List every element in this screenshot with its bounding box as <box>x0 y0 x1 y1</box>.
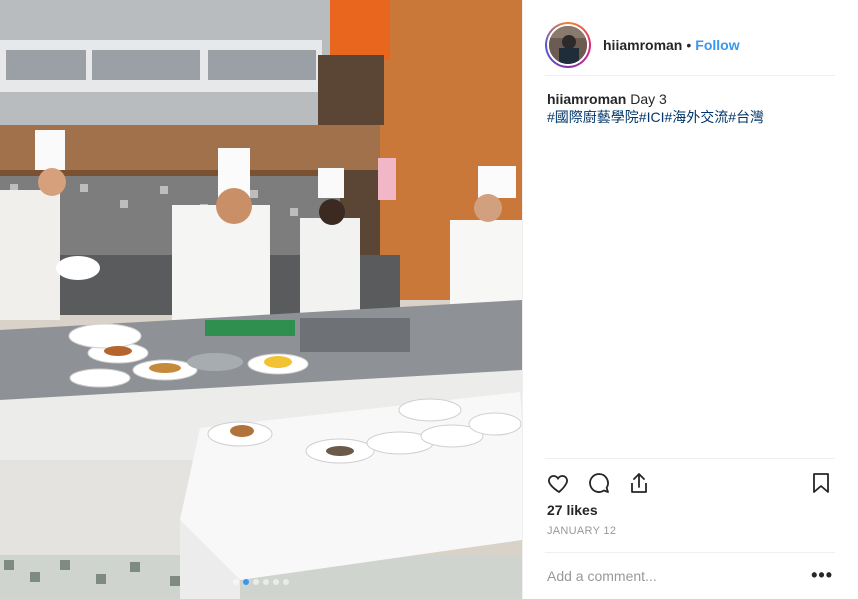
more-options-icon[interactable]: ••• <box>811 565 835 586</box>
caption-hashtags[interactable]: #國際廚藝學院#ICI#海外交流#台灣 <box>547 109 764 125</box>
bookmark-icon <box>813 472 829 493</box>
heart-icon <box>548 474 568 493</box>
post-side-panel: hiiamroman • Follow hiiamroman Day 3 #國際… <box>522 0 858 599</box>
caption-username-link[interactable]: hiiamroman <box>547 91 626 107</box>
comment-bubble-icon <box>589 472 609 493</box>
follow-button[interactable]: Follow <box>695 37 739 53</box>
likes-count[interactable]: 27 likes <box>547 502 598 518</box>
share-button[interactable] <box>625 469 653 497</box>
save-button[interactable] <box>807 469 835 497</box>
carousel-dot-active <box>243 579 249 585</box>
carousel-indicator <box>0 579 522 585</box>
carousel-dot <box>253 579 259 585</box>
post-photo[interactable] <box>0 0 522 599</box>
comment-button[interactable] <box>585 469 613 497</box>
like-button[interactable] <box>545 469 573 497</box>
caption-text: Day 3 <box>630 91 667 107</box>
carousel-dot <box>233 579 239 585</box>
username-link[interactable]: hiiamroman <box>603 37 682 53</box>
post-caption: hiiamroman Day 3 #國際廚藝學院#ICI#海外交流#台灣 <box>547 90 837 126</box>
avatar-image <box>547 23 589 66</box>
separator-dot: • <box>686 36 692 53</box>
carousel-dot <box>283 579 289 585</box>
kitchen-photo-illustration <box>0 0 522 599</box>
post-date[interactable]: JANUARY 12 <box>547 525 616 537</box>
post-dialog: hiiamroman • Follow hiiamroman Day 3 #國際… <box>0 0 858 599</box>
avatar[interactable] <box>545 21 591 68</box>
post-header: hiiamroman • Follow <box>545 14 835 76</box>
comment-input[interactable] <box>545 567 812 584</box>
comment-bar: ••• <box>545 552 835 598</box>
carousel-dot <box>263 579 269 585</box>
share-upload-icon <box>631 472 647 493</box>
carousel-dot <box>273 579 279 585</box>
action-bar <box>545 458 835 506</box>
